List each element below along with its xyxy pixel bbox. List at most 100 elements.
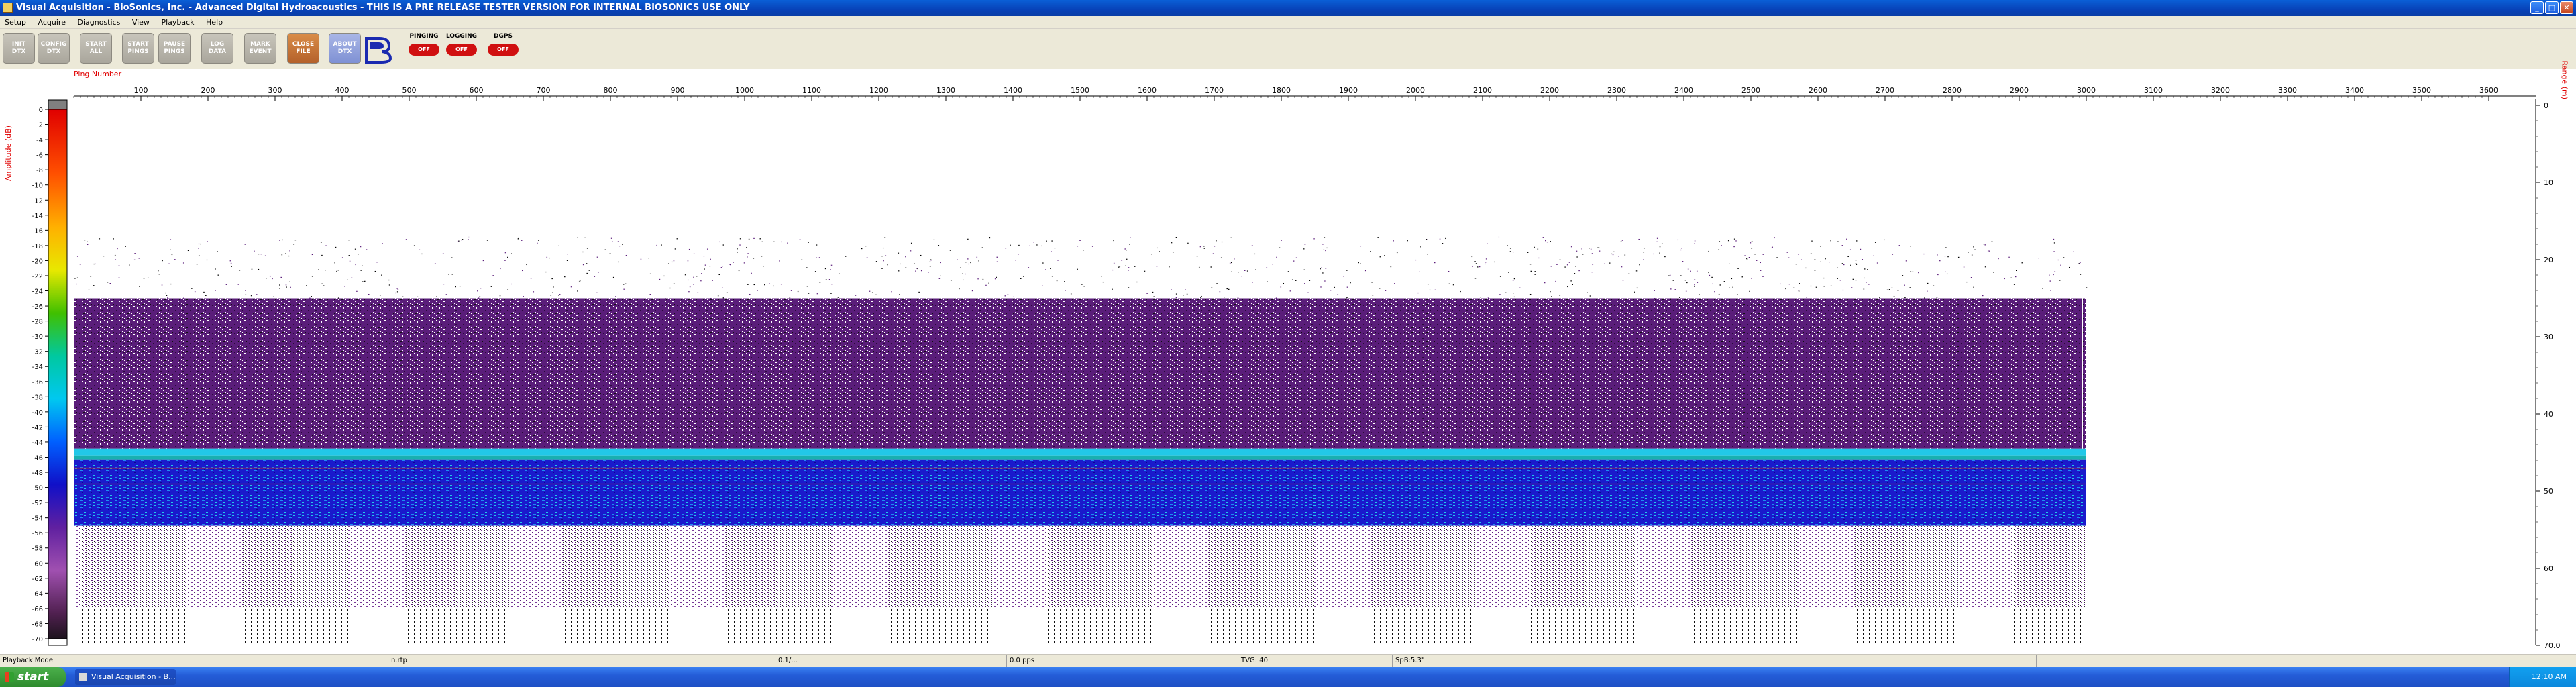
speckle (1654, 290, 1655, 291)
ping-tick-label: 500 (402, 86, 417, 95)
speckle (915, 271, 916, 272)
speckle (739, 244, 741, 245)
taskbar-item-visual-acquisition[interactable]: Visual Acquisition - B... (75, 669, 176, 685)
speckle (1958, 257, 1960, 258)
speckle (362, 281, 364, 282)
speckle (2053, 239, 2055, 240)
colorbar-tick-label: -4 (36, 137, 43, 144)
speckle (1711, 277, 1713, 278)
speckle (1988, 250, 1989, 251)
ping-tick-label: 3500 (2412, 86, 2431, 95)
speckle (505, 252, 506, 253)
colorbar-tick-label: -44 (32, 439, 43, 447)
speckle (930, 266, 931, 267)
speckle (1837, 278, 1838, 279)
colorbar-tick-label: -20 (32, 258, 43, 265)
speckle (626, 255, 627, 256)
colorbar-tick-label: -46 (32, 454, 43, 462)
speckle (1064, 281, 1065, 282)
speckle (559, 294, 561, 295)
speckle (115, 255, 116, 256)
speckle (1290, 290, 1291, 291)
speckle (819, 257, 820, 258)
speckle (921, 270, 922, 271)
speckle (1187, 294, 1188, 295)
speckle (1176, 237, 1177, 238)
speckle (1911, 271, 1912, 272)
speckle (1005, 295, 1006, 296)
range-tick-label: 20 (2544, 256, 2553, 264)
speckle (753, 238, 755, 239)
colorbar-tick-label: -32 (32, 349, 43, 356)
speckle (749, 239, 750, 240)
speckle (1042, 262, 1044, 263)
speckle (739, 270, 740, 271)
speckle (1593, 264, 1594, 265)
speckle (1346, 297, 1348, 298)
speckle (1937, 254, 1938, 255)
speckle (1393, 240, 1394, 241)
speckle (712, 280, 713, 281)
speckle (747, 253, 749, 254)
speckle (1324, 280, 1326, 281)
speckle (191, 288, 193, 289)
speckle (1581, 248, 1582, 249)
speckle (610, 253, 611, 254)
speckle (1201, 296, 1202, 297)
speckle (1599, 251, 1601, 252)
speckle (825, 268, 826, 269)
speckle (983, 279, 984, 280)
ping-tick-label: 2900 (2010, 86, 2029, 95)
speckle (1486, 258, 1487, 259)
speckle (970, 262, 971, 263)
speckle (1288, 271, 1289, 272)
speckle (2055, 271, 2056, 272)
speckle (1510, 251, 1511, 252)
echogram-chart[interactable]: 0 -2 -4 -6 -8 -10 -12 -14 -16 -18 -20 -22 -24 -26 -28 -… (0, 0, 2576, 687)
speckle (231, 263, 232, 264)
ping-tick-label: 2500 (1741, 86, 1760, 95)
speckle (808, 293, 810, 294)
speckle (1347, 287, 1348, 288)
speckle (1866, 282, 1867, 283)
speckle (951, 280, 952, 281)
speckle (764, 284, 765, 285)
status-file: In.rtp (386, 655, 407, 667)
speckle (1380, 256, 1381, 257)
range-tick-label: 10 (2544, 178, 2553, 187)
speckle (967, 258, 969, 259)
speckle (2069, 267, 2070, 268)
speckle (659, 279, 661, 280)
speckle (885, 237, 886, 238)
speckle (1114, 263, 1115, 264)
ping-tick-label: 2400 (1674, 86, 1693, 95)
speckle (483, 260, 484, 261)
speckle (1370, 251, 1371, 252)
speckle (746, 247, 747, 248)
start-button[interactable]: start (0, 667, 66, 687)
ping-tick-label: 3300 (2278, 86, 2297, 95)
speckle (938, 245, 940, 246)
speckle (1744, 255, 1746, 256)
speckle (1474, 261, 1476, 262)
speckle (167, 297, 168, 298)
speckle (1659, 253, 1660, 254)
speckle (1434, 262, 1436, 263)
speckle (1325, 250, 1326, 251)
speckle (1733, 246, 1735, 247)
speckle (917, 268, 918, 269)
speckle (1176, 293, 1177, 294)
speckle (808, 242, 809, 243)
colorbar-tick-label: -54 (32, 515, 43, 523)
speckle (80, 264, 81, 265)
colorbar-tick-label: -62 (32, 576, 43, 583)
speckle (688, 260, 689, 261)
speckle (977, 257, 978, 258)
speckle (704, 268, 705, 269)
speckle (1752, 248, 1753, 249)
speckle (553, 286, 554, 287)
speckle (1051, 251, 1052, 252)
speckle (1735, 240, 1737, 241)
speckle (1152, 292, 1154, 293)
speckle (1578, 270, 1580, 271)
